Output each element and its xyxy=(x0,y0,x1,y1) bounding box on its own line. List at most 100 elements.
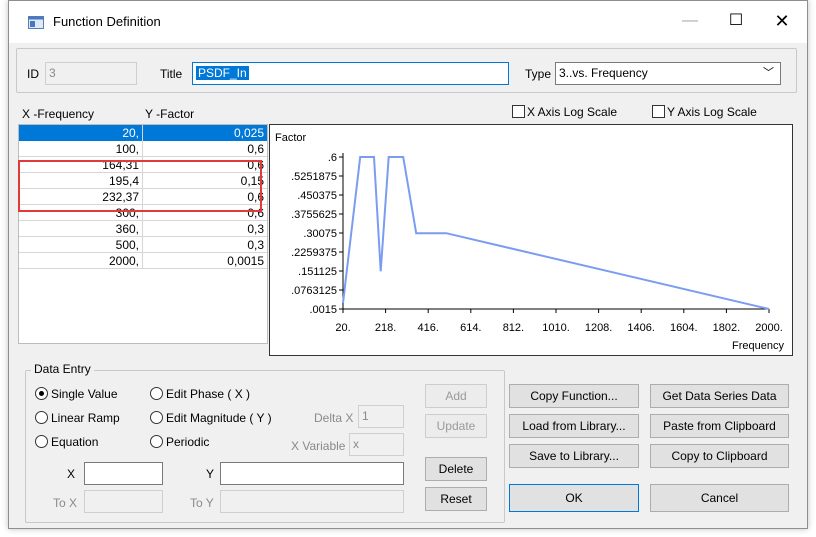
x-tick-label: 1010. xyxy=(542,322,570,334)
function-definition-window: Function Definition — ☐ ✕ ID 3 Title PSD… xyxy=(8,0,808,529)
edit-magnitude-radio[interactable] xyxy=(150,411,163,424)
y-input[interactable] xyxy=(220,462,404,485)
paste-from-clipboard-button[interactable]: Paste from Clipboard xyxy=(650,414,789,438)
update-button[interactable]: Update xyxy=(425,414,487,438)
copy-to-clipboard-button[interactable]: Copy to Clipboard xyxy=(650,444,789,468)
chevron-down-icon: ﹀ xyxy=(763,67,774,79)
add-button[interactable]: Add xyxy=(425,384,487,408)
x-input-label: X xyxy=(67,467,76,481)
x-tick-label: 614. xyxy=(460,322,481,334)
window-title: Function Definition xyxy=(53,14,161,29)
x-tick-label: 2000. xyxy=(755,322,783,334)
id-field[interactable]: 3 xyxy=(45,62,137,85)
data-table[interactable]: 20, 0,025 100, 0,6 164,31 0,6 195,4 0,15 232… xyxy=(18,124,268,344)
table-row[interactable]: 20, 0,025 xyxy=(19,125,267,141)
title-label: Title xyxy=(160,67,183,81)
load-from-library-button[interactable]: Load from Library... xyxy=(509,414,639,438)
cell-y: 0,3 xyxy=(247,222,264,236)
y-tick-label: .0763125 xyxy=(291,285,337,297)
col-x-header: X -Frequency xyxy=(22,107,95,121)
y-log-checkbox[interactable] xyxy=(652,105,665,118)
y-log-label: Y Axis Log Scale xyxy=(667,105,757,119)
linear-ramp-label: Linear Ramp xyxy=(51,411,120,425)
table-row[interactable]: 2000, 0,0015 xyxy=(19,253,267,269)
y-tick-label: .6 xyxy=(328,152,337,164)
cell-y: 0,0015 xyxy=(227,254,264,268)
x-variable-label: X Variable xyxy=(291,439,346,453)
y-tick-label: .450375 xyxy=(297,190,337,202)
cell-x: 360, xyxy=(19,221,143,237)
x-log-label: X Axis Log Scale xyxy=(527,105,618,119)
title-bar: Function Definition — ☐ ✕ xyxy=(9,1,807,43)
type-select[interactable]: 3..vs. Frequency ﹀ xyxy=(555,62,781,85)
save-to-library-button[interactable]: Save to Library... xyxy=(509,444,639,468)
app-window-icon xyxy=(28,16,44,29)
close-button[interactable]: ✕ xyxy=(759,1,805,41)
y-axis-label: Factor xyxy=(275,132,307,144)
x-variable-field[interactable]: x xyxy=(349,433,404,456)
y-input-label: Y xyxy=(206,467,215,481)
edit-phase-label: Edit Phase ( X ) xyxy=(166,387,251,401)
get-data-series-button[interactable]: Get Data Series Data xyxy=(650,384,789,408)
y-tick-label: .151125 xyxy=(298,266,337,278)
cell-x: 20, xyxy=(19,125,143,141)
x-tick-label: 1208. xyxy=(585,322,613,334)
to-x-label: To X xyxy=(53,496,78,510)
x-tick-label: 416. xyxy=(417,322,438,334)
col-y-header: Y -Factor xyxy=(145,107,195,121)
table-row[interactable]: 500, 0,3 xyxy=(19,237,267,253)
row-highlight-box xyxy=(18,160,262,212)
delta-x-field[interactable]: 1 xyxy=(358,405,404,428)
cell-x: 100, xyxy=(19,141,143,157)
data-entry-title: Data Entry xyxy=(31,362,94,376)
x-tick-label: 218. xyxy=(375,322,396,334)
function-plot: Factor Frequency .6 .5251875 .450375 .37556… xyxy=(269,124,793,356)
cancel-button[interactable]: Cancel xyxy=(650,484,789,512)
id-label: ID xyxy=(27,67,39,81)
y-tick-label: .5251875 xyxy=(291,171,337,183)
copy-function-button[interactable]: Copy Function... xyxy=(509,384,639,408)
to-x-input[interactable] xyxy=(84,490,163,513)
equation-label: Equation xyxy=(51,435,99,449)
x-tick-label: 1406. xyxy=(627,322,655,334)
cell-y: 0,3 xyxy=(247,238,264,252)
x-log-checkbox[interactable] xyxy=(512,105,525,118)
x-tick-label: 812. xyxy=(503,322,524,334)
title-field[interactable]: PSDF_In xyxy=(192,62,509,85)
y-tick-label: .2259375 xyxy=(291,247,337,259)
y-tick-label: .3755625 xyxy=(291,209,337,221)
periodic-label: Periodic xyxy=(166,435,210,449)
x-tick-label: 1802. xyxy=(713,322,741,334)
equation-radio[interactable] xyxy=(35,435,48,448)
x-input[interactable] xyxy=(84,462,163,485)
title-value: PSDF_In xyxy=(196,66,249,80)
cell-x: 2000, xyxy=(19,253,143,269)
periodic-radio[interactable] xyxy=(150,435,163,448)
edit-phase-radio[interactable] xyxy=(150,387,163,400)
delete-button[interactable]: Delete xyxy=(425,457,487,481)
linear-ramp-radio[interactable] xyxy=(35,411,48,424)
reset-button[interactable]: Reset xyxy=(425,487,487,511)
cell-x: 500, xyxy=(19,237,143,253)
table-row[interactable]: 360, 0,3 xyxy=(19,221,267,237)
type-label: Type xyxy=(525,67,552,81)
table-row[interactable]: 100, 0,6 xyxy=(19,141,267,157)
cell-y: 0,025 xyxy=(143,125,267,141)
single-value-label: Single Value xyxy=(51,387,118,401)
y-tick-label: .30075 xyxy=(303,228,337,240)
series-line xyxy=(342,156,770,310)
to-y-input[interactable] xyxy=(220,490,404,513)
ok-button[interactable]: OK xyxy=(509,484,639,512)
to-y-label: To Y xyxy=(190,496,214,510)
maximize-button[interactable]: ☐ xyxy=(713,1,759,41)
x-tick-label: 20. xyxy=(335,322,350,334)
single-value-radio[interactable] xyxy=(35,387,48,400)
x-axis-label: Frequency xyxy=(732,340,784,352)
cell-y: 0,6 xyxy=(247,142,264,156)
delta-x-label: Delta X xyxy=(314,411,354,425)
type-value: 3..vs. Frequency xyxy=(559,66,648,80)
y-tick-label: .0015 xyxy=(309,304,337,316)
edit-magnitude-label: Edit Magnitude ( Y ) xyxy=(166,411,272,425)
chart-svg: Factor Frequency .6 .5251875 .450375 .37556… xyxy=(275,132,784,352)
minimize-button[interactable]: — xyxy=(667,1,713,41)
